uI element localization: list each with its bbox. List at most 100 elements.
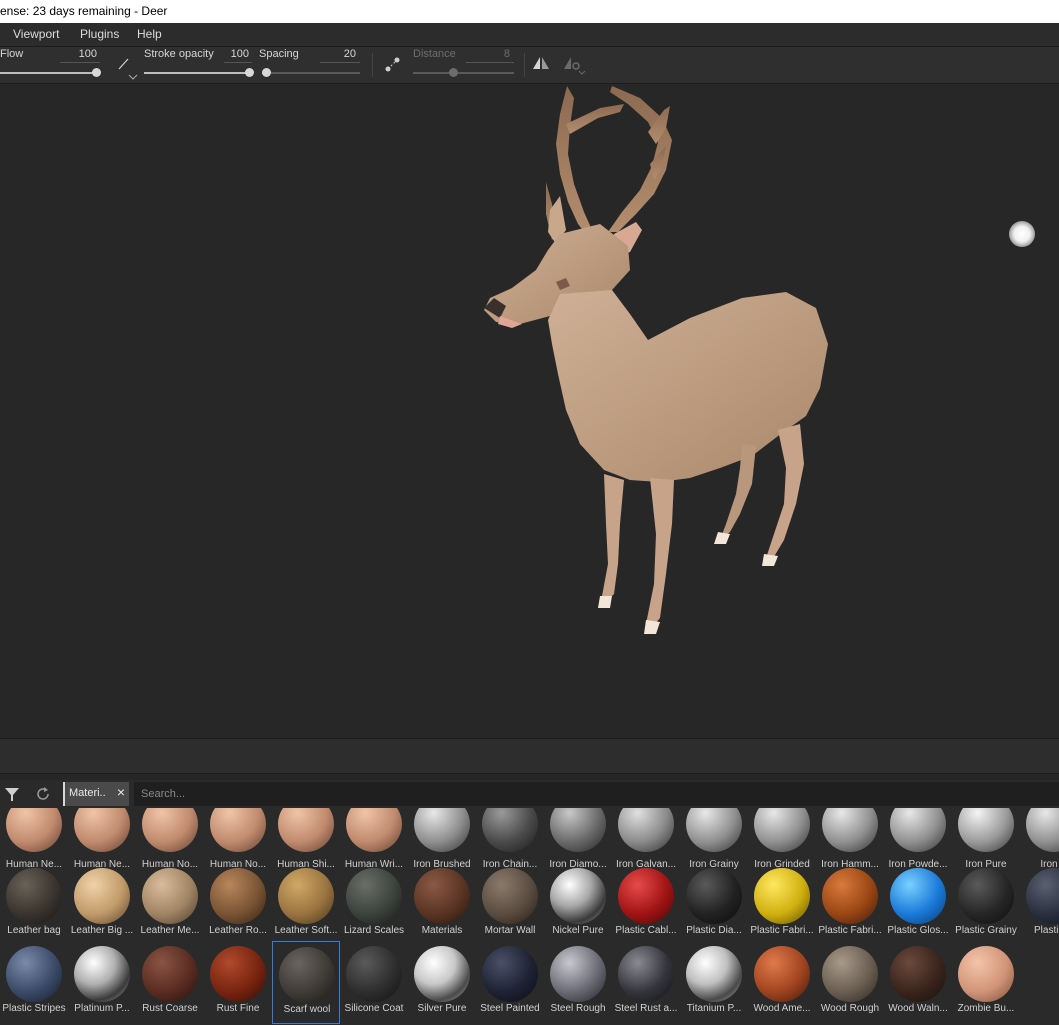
refresh-icon[interactable] bbox=[35, 786, 51, 802]
close-icon[interactable]: × bbox=[117, 784, 125, 800]
material-thumbnail bbox=[890, 868, 946, 924]
material-thumbnail bbox=[142, 808, 198, 852]
spacing-slider-knob[interactable] bbox=[262, 68, 272, 77]
lazy-mouse-icon[interactable] bbox=[383, 55, 403, 75]
material-label: Rust Fine bbox=[216, 1003, 260, 1014]
material-tile[interactable]: Silver Pure bbox=[408, 946, 476, 1024]
symmetry-icon[interactable] bbox=[531, 55, 551, 73]
material-label: Plastic Dia... bbox=[686, 925, 742, 936]
material-label: Mortar Wall bbox=[484, 925, 536, 936]
material-tile[interactable]: Leather Big ... bbox=[68, 868, 136, 946]
material-tile[interactable]: Plastic Dia... bbox=[680, 868, 748, 946]
material-tile[interactable]: Plastic Glos... bbox=[884, 868, 952, 946]
material-thumbnail bbox=[6, 946, 62, 1002]
flow-value[interactable]: 100 bbox=[60, 48, 97, 60]
material-thumbnail bbox=[618, 808, 674, 852]
material-label: Leather Soft... bbox=[274, 925, 338, 936]
material-thumbnail bbox=[686, 946, 742, 1002]
spacing-value[interactable]: 20 bbox=[320, 48, 356, 60]
stroke-opacity-value[interactable]: 100 bbox=[220, 48, 249, 60]
material-thumbnail bbox=[958, 868, 1014, 924]
toolbar-separator bbox=[372, 53, 373, 77]
material-tile[interactable]: Wood Waln... bbox=[884, 946, 952, 1024]
material-tile[interactable]: Wood Rough bbox=[816, 946, 884, 1024]
material-label: Wood Ame... bbox=[753, 1003, 811, 1014]
material-tile[interactable]: Nickel Pure bbox=[544, 868, 612, 946]
material-tile[interactable]: Plastic Grainy bbox=[952, 868, 1020, 946]
brush-toolbar: Flow 100 Stroke opacity 100 Spacing 20 D… bbox=[0, 47, 1059, 84]
material-tile[interactable]: Leather bag bbox=[0, 868, 68, 946]
material-thumbnail bbox=[822, 808, 878, 852]
material-label: Leather Me... bbox=[140, 925, 200, 936]
filter-icon[interactable] bbox=[4, 786, 20, 802]
material-thumbnail bbox=[142, 946, 198, 1002]
material-tile-selected[interactable]: Scarf wool bbox=[272, 941, 340, 1024]
material-thumbnail bbox=[142, 868, 198, 924]
material-tile[interactable]: Plastic Stripes bbox=[0, 946, 68, 1024]
menu-plugins[interactable]: Plugins bbox=[80, 23, 119, 46]
material-thumbnail bbox=[958, 946, 1014, 1002]
light-handle[interactable] bbox=[1009, 221, 1035, 247]
material-thumbnail bbox=[958, 808, 1014, 852]
material-tile[interactable]: Plastic Fabri... bbox=[748, 868, 816, 946]
distance-slider-track bbox=[413, 72, 514, 74]
material-label: Platinum P... bbox=[74, 1003, 130, 1014]
shelf-toolbar: Materi.. × bbox=[0, 780, 1059, 808]
stroke-opacity-slider-knob[interactable] bbox=[244, 68, 254, 77]
material-label: Silicone Coat bbox=[344, 1003, 404, 1014]
material-tile[interactable]: Steel Painted bbox=[476, 946, 544, 1024]
material-thumbnail bbox=[1026, 808, 1059, 852]
material-label: Leather Big ... bbox=[70, 925, 134, 936]
material-thumbnail bbox=[550, 868, 606, 924]
material-thumbnail bbox=[74, 946, 130, 1002]
material-tile[interactable]: Steel Rough bbox=[544, 946, 612, 1024]
material-tile[interactable]: Materials bbox=[408, 868, 476, 946]
distance-slider-knob bbox=[448, 68, 458, 77]
flow-slider-track[interactable] bbox=[0, 72, 96, 74]
material-tile[interactable]: Lizard Scales bbox=[340, 868, 408, 946]
material-thumbnail bbox=[482, 946, 538, 1002]
menu-help[interactable]: Help bbox=[137, 23, 162, 46]
material-thumbnail bbox=[618, 946, 674, 1002]
panel-splitter[interactable] bbox=[0, 738, 1059, 774]
material-thumbnail bbox=[618, 868, 674, 924]
stroke-opacity-label: Stroke opacity bbox=[144, 48, 214, 60]
material-label: Plastic Fabri... bbox=[818, 925, 882, 936]
material-tile[interactable]: Rust Coarse bbox=[136, 946, 204, 1024]
window-titlebar: ense: 23 days remaining - Deer bbox=[0, 0, 1059, 23]
stroke-opacity-slider-track[interactable] bbox=[144, 72, 249, 74]
material-tile[interactable]: Plastic Cabl... bbox=[612, 868, 680, 946]
symmetry-settings-icon[interactable] bbox=[563, 55, 589, 77]
distance-value: 8 bbox=[503, 48, 510, 60]
search-input[interactable] bbox=[134, 782, 1059, 806]
material-shelf-grid: Human Ne... Human Ne... Human No... Huma… bbox=[0, 808, 1059, 1025]
material-tile[interactable]: Platinum P... bbox=[68, 946, 136, 1024]
stroke-style-icon[interactable] bbox=[116, 55, 140, 81]
material-label: Steel Painted bbox=[480, 1003, 540, 1014]
material-tile[interactable]: Leather Soft... bbox=[272, 868, 340, 946]
spacing-slider-track[interactable] bbox=[262, 72, 360, 74]
material-tile[interactable]: Wood Ame... bbox=[748, 946, 816, 1024]
material-tile[interactable]: Leather Me... bbox=[136, 868, 204, 946]
flow-slider-knob[interactable] bbox=[91, 68, 101, 77]
material-tile[interactable]: Plastic G bbox=[1020, 868, 1059, 946]
material-tile[interactable]: Zombie Bu... bbox=[952, 946, 1020, 1024]
material-tile[interactable]: Titanium P... bbox=[680, 946, 748, 1024]
material-thumbnail bbox=[210, 868, 266, 924]
material-tile[interactable]: Steel Rust a... bbox=[612, 946, 680, 1024]
material-thumbnail bbox=[74, 808, 130, 852]
material-tile[interactable]: Silicone Coat bbox=[340, 946, 408, 1024]
material-label: Wood Rough bbox=[820, 1003, 880, 1014]
menu-bar: Viewport Plugins Help bbox=[0, 23, 1059, 47]
3d-viewport[interactable] bbox=[0, 84, 1059, 738]
material-tile[interactable]: Mortar Wall bbox=[476, 868, 544, 946]
material-thumbnail bbox=[346, 868, 402, 924]
flow-value-underline bbox=[60, 62, 100, 63]
material-thumbnail bbox=[686, 808, 742, 852]
material-tile[interactable]: Leather Ro... bbox=[204, 868, 272, 946]
deer-model[interactable] bbox=[0, 84, 1059, 738]
material-tile[interactable]: Plastic Fabri... bbox=[816, 868, 884, 946]
material-tile[interactable]: Rust Fine bbox=[204, 946, 272, 1024]
materials-filter-tag[interactable]: Materi.. × bbox=[63, 782, 129, 806]
menu-viewport[interactable]: Viewport bbox=[13, 23, 59, 46]
